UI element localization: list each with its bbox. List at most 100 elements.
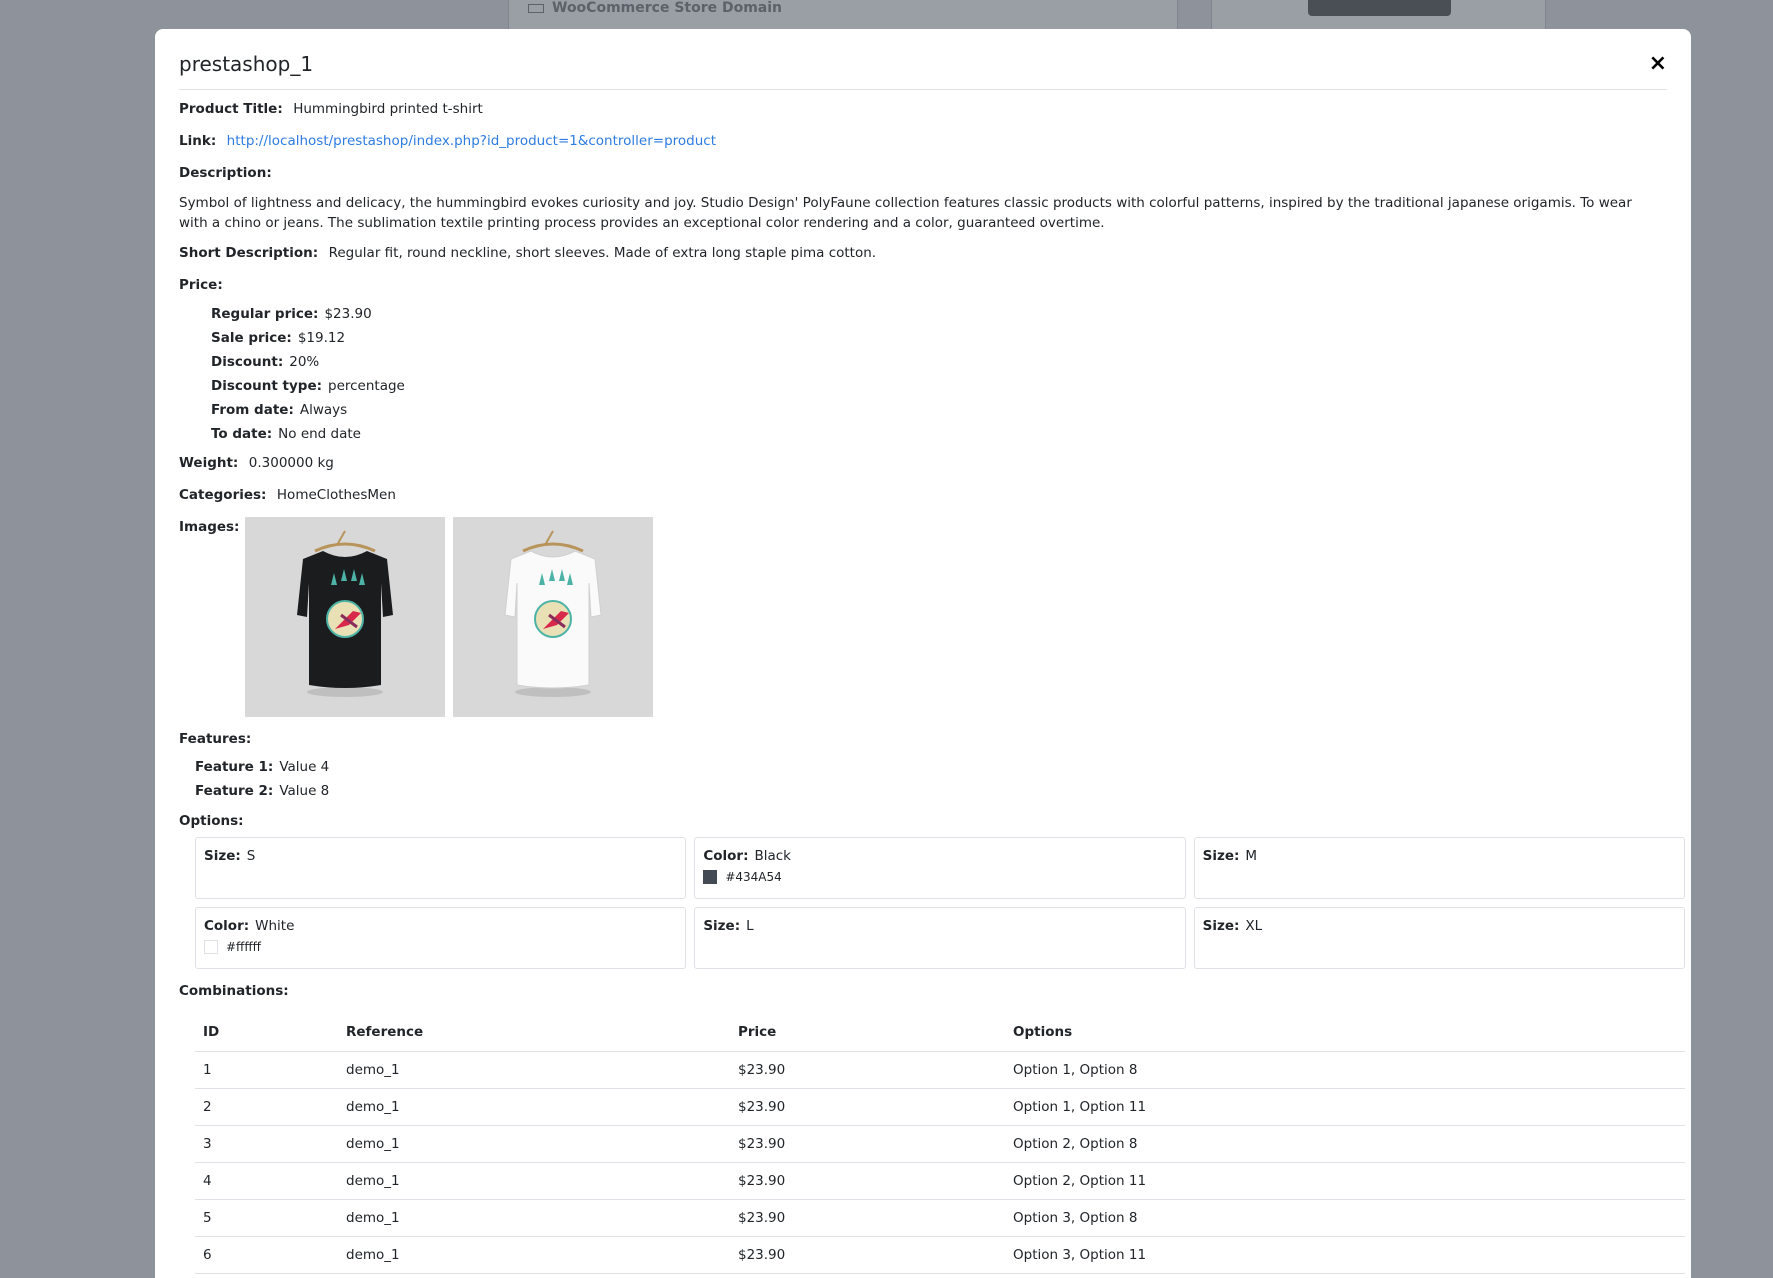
discount-value: 20% [289, 354, 320, 370]
from-date-row: From date: Always [211, 398, 405, 422]
cell-id: 3 [195, 1125, 338, 1163]
product-title-label: Product Title: [179, 101, 283, 117]
background-card-text: WooCommerce Store Domain [552, 0, 783, 16]
discount-type-value: percentage [328, 378, 405, 394]
modal-title: prestashop_1 [179, 52, 314, 76]
discount-row: Discount: 20% [211, 350, 405, 374]
modal-header: prestashop_1 × [179, 29, 1667, 90]
description-label-row: Description: [179, 163, 278, 183]
cell-price: $23.90 [730, 1051, 1005, 1089]
cell-reference: demo_1 [338, 1088, 730, 1126]
background-card-label: WooCommerce Store Domain [528, 0, 782, 16]
categories-label: Categories: [179, 487, 267, 503]
feature-value: Value 8 [279, 783, 330, 799]
cell-price: $23.90 [730, 1125, 1005, 1163]
cell-price: $23.90 [730, 1088, 1005, 1126]
combinations-label: Combinations: [179, 983, 289, 999]
price-label-row: Price: [179, 275, 229, 295]
regular-price-row: Regular price: $23.90 [211, 302, 405, 326]
cell-options: Option 2, Option 11 [1005, 1162, 1685, 1200]
options-label: Options: [179, 813, 244, 829]
cell-options: Option 1, Option 11 [1005, 1088, 1685, 1126]
to-date-row: To date: No end date [211, 422, 405, 446]
options-grid: Size: S Color: Black #434A54 Size: M Color:… [195, 837, 1685, 969]
features-list: Feature 1: Value 4 Feature 2: Value 8 [195, 755, 329, 803]
cell-options: Option 2, Option 8 [1005, 1125, 1685, 1163]
weight-label: Weight: [179, 455, 239, 471]
table-row: 2 demo_1 $23.90 Option 1, Option 11 [195, 1088, 1685, 1126]
cell-reference: demo_1 [338, 1236, 730, 1274]
close-icon[interactable]: × [1649, 53, 1667, 75]
option-label: Color: [703, 848, 749, 864]
option-value: White [255, 918, 295, 934]
product-link-row: Link: http://localhost/prestashop/index.… [179, 131, 716, 151]
option-label: Color: [204, 918, 250, 934]
weight-row: Weight: 0.300000 kg [179, 453, 334, 473]
color-swatch [703, 870, 718, 884]
table-row: 6 demo_1 $23.90 Option 3, Option 11 [195, 1236, 1685, 1274]
combinations-table: ID Reference Price Options 1 demo_1 $23.… [195, 1013, 1685, 1274]
table-row: 5 demo_1 $23.90 Option 3, Option 8 [195, 1199, 1685, 1237]
cell-price: $23.90 [730, 1162, 1005, 1200]
discount-label: Discount: [211, 354, 284, 370]
column-header-reference: Reference [338, 1013, 730, 1052]
option-card-size: Size: M [1193, 837, 1685, 899]
cell-id: 6 [195, 1236, 338, 1274]
color-hex: #ffffff [226, 940, 261, 954]
option-card-color: Color: Black #434A54 [694, 837, 1186, 899]
product-title-value: Hummingbird printed t-shirt [293, 101, 483, 117]
description-text: Symbol of lightness and delicacy, the hu… [179, 195, 1632, 231]
cell-options: Option 1, Option 8 [1005, 1051, 1685, 1089]
price-label: Price: [179, 277, 223, 293]
cell-price: $23.90 [730, 1236, 1005, 1274]
column-header-price: Price [730, 1013, 1005, 1052]
column-header-options: Options [1005, 1013, 1685, 1052]
from-date-value: Always [299, 402, 348, 418]
cell-id: 2 [195, 1088, 338, 1126]
weight-value: 0.300000 kg [248, 455, 334, 471]
table-row: 3 demo_1 $23.90 Option 2, Option 8 [195, 1125, 1685, 1163]
cell-reference: demo_1 [338, 1162, 730, 1200]
short-description-label: Short Description: [179, 245, 319, 261]
regular-price-value: $23.90 [324, 306, 372, 322]
discount-type-row: Discount type: percentage [211, 374, 405, 398]
color-swatch [204, 940, 218, 954]
cell-options: Option 3, Option 11 [1005, 1236, 1685, 1274]
domain-icon [528, 3, 544, 13]
cell-reference: demo_1 [338, 1199, 730, 1237]
white-tshirt-hummingbird-image[interactable] [453, 517, 653, 717]
cell-reference: demo_1 [338, 1051, 730, 1089]
sale-price-label: Sale price: [211, 330, 292, 346]
combinations-label-row: Combinations: [179, 981, 295, 1001]
option-card-size: Size: XL [1193, 907, 1685, 969]
feature-item: Feature 1: Value 4 [195, 755, 329, 779]
cell-options: Option 3, Option 8 [1005, 1199, 1685, 1237]
color-swatch-row: #434A54 [703, 870, 1176, 884]
price-list: Regular price: $23.90 Sale price: $19.12 D… [211, 302, 405, 446]
cell-reference: demo_1 [338, 1125, 730, 1163]
images-label-row: Images: [179, 517, 245, 537]
product-detail-modal: prestashop_1 × Product Title: Hummingbir… [155, 29, 1691, 1278]
features-label: Features: [179, 731, 252, 747]
short-description-row: Short Description: Regular fit, round ne… [179, 243, 876, 263]
option-value: XL [1245, 918, 1263, 934]
black-tshirt-hummingbird-image[interactable] [245, 517, 445, 717]
cell-id: 5 [195, 1199, 338, 1237]
color-swatch-row: #ffffff [204, 940, 677, 954]
black-tshirt-icon [297, 530, 393, 697]
option-card-size: Size: L [694, 907, 1186, 969]
feature-label: Feature 2: [195, 783, 274, 799]
table-header-row: ID Reference Price Options [195, 1013, 1685, 1052]
images-label: Images: [179, 519, 240, 535]
product-link[interactable]: http://localhost/prestashop/index.php?id… [227, 133, 716, 149]
option-label: Size: [1202, 918, 1240, 934]
product-title-row: Product Title: Hummingbird printed t-shi… [179, 99, 483, 119]
feature-label: Feature 1: [195, 759, 274, 775]
product-link-label: Link: [179, 133, 217, 149]
description-label: Description: [179, 165, 272, 181]
color-hex: #434A54 [725, 870, 782, 884]
cell-id: 4 [195, 1162, 338, 1200]
discount-type-label: Discount type: [211, 378, 322, 394]
option-value: Black [754, 848, 791, 864]
cell-price: $23.90 [730, 1199, 1005, 1237]
